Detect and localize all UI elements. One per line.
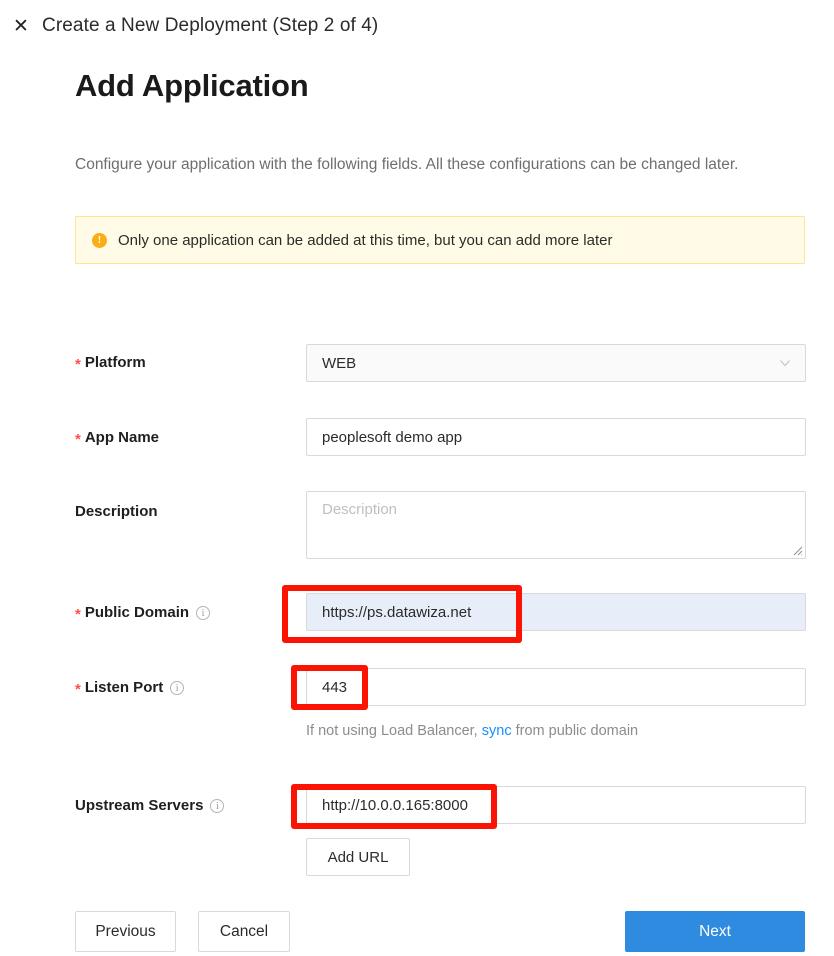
label-public-domain: * Public Domain i <box>75 604 211 623</box>
label-listen-port: * Listen Port i <box>75 679 185 698</box>
app-name-input[interactable] <box>306 418 806 456</box>
upstream-servers-field[interactable] <box>306 786 806 824</box>
close-icon[interactable]: ✕ <box>8 13 34 39</box>
help-text-prefix: If not using Load Balancer, <box>306 723 482 739</box>
description-textarea[interactable] <box>306 491 806 559</box>
listen-port-help-text: If not using Load Balancer, sync from pu… <box>306 723 638 739</box>
required-asterisk-app-name: * <box>75 431 81 448</box>
description-field[interactable] <box>306 491 806 559</box>
page-title: Add Application <box>75 68 309 103</box>
required-asterisk-listen-port: * <box>75 681 81 698</box>
warning-circle-icon: ! <box>92 232 107 248</box>
label-description-text: Description <box>75 503 158 520</box>
required-asterisk-platform: * <box>75 356 81 373</box>
alert-message: Only one application can be added at thi… <box>118 231 613 249</box>
window-title: Create a New Deployment (Step 2 of 4) <box>42 15 379 36</box>
info-icon-listen-port[interactable]: i <box>170 680 185 695</box>
public-domain-field[interactable] <box>306 593 806 631</box>
sync-link[interactable]: sync <box>482 723 512 739</box>
label-platform: * Platform <box>75 354 146 373</box>
add-url-button[interactable]: Add URL <box>306 838 410 876</box>
cancel-button[interactable]: Cancel <box>198 911 290 952</box>
label-upstream-servers: Upstream Servers i <box>75 797 225 814</box>
label-upstream-servers-text: Upstream Servers <box>75 797 204 814</box>
listen-port-field[interactable] <box>306 668 806 706</box>
label-public-domain-text: Public Domain <box>84 604 190 621</box>
platform-select[interactable]: WEB <box>306 344 806 382</box>
public-domain-input[interactable] <box>306 593 806 631</box>
label-platform-text: Platform <box>84 354 146 371</box>
help-text-suffix: from public domain <box>511 723 639 739</box>
label-app-name: * App Name <box>75 429 160 448</box>
label-listen-port-text: Listen Port <box>84 679 164 696</box>
platform-select-value: WEB <box>322 354 357 372</box>
app-name-field[interactable] <box>306 418 806 456</box>
info-icon-public-domain[interactable]: i <box>196 605 211 620</box>
footer-actions: Previous Cancel Next <box>0 911 834 956</box>
info-alert-banner: ! Only one application can be added at t… <box>75 216 805 264</box>
listen-port-input[interactable] <box>306 668 806 706</box>
previous-button[interactable]: Previous <box>75 911 176 952</box>
info-icon-upstream-servers[interactable]: i <box>210 798 225 813</box>
window-header: ✕ Create a New Deployment (Step 2 of 4) <box>0 0 834 52</box>
next-button[interactable]: Next <box>625 911 805 952</box>
required-asterisk-public-domain: * <box>75 606 81 623</box>
chevron-down-icon <box>780 360 790 367</box>
add-url-button-wrap: Add URL <box>306 838 410 876</box>
label-description: Description <box>75 503 158 520</box>
page-subtitle: Configure your application with the foll… <box>75 156 739 173</box>
label-app-name-text: App Name <box>84 429 160 446</box>
upstream-servers-input[interactable] <box>306 786 806 824</box>
